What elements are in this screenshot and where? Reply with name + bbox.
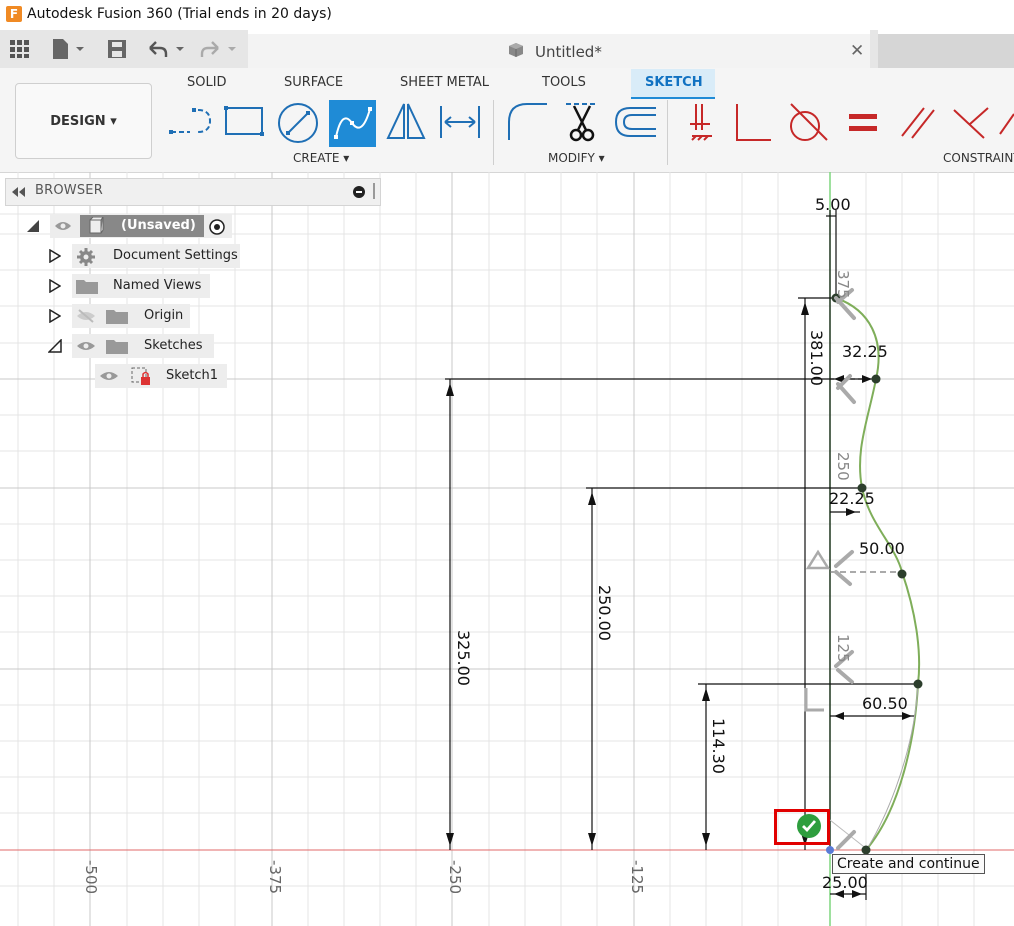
redo-icon[interactable] — [200, 40, 240, 58]
dimension-label[interactable]: 22.25 — [829, 489, 875, 508]
activate-radio-icon[interactable] — [208, 218, 226, 236]
window-title: Autodesk Fusion 360 (Trial ends in 20 da… — [27, 6, 332, 22]
file-menu-icon[interactable] — [52, 38, 86, 60]
eye-hidden-icon[interactable] — [76, 309, 96, 323]
circle-tool-icon[interactable] — [276, 101, 320, 145]
dimension-label[interactable]: 125 — [834, 634, 852, 663]
component-cube-icon — [509, 43, 523, 57]
axis-label: -375 — [266, 860, 284, 895]
tab-sketch[interactable]: SKETCH — [645, 75, 703, 90]
save-icon[interactable] — [108, 40, 126, 58]
document-box-icon — [89, 217, 104, 234]
tree-label: Sketches — [144, 338, 203, 353]
spline-tool-icon[interactable] — [332, 103, 374, 145]
fillet-tool-icon[interactable] — [505, 100, 549, 144]
dimension-label[interactable]: 32.25 — [842, 342, 888, 361]
grid-menu-icon[interactable] — [10, 40, 30, 58]
collapse-panel-icon[interactable] — [12, 187, 26, 197]
document-title: Untitled* — [535, 43, 602, 61]
folder-icon — [106, 340, 128, 354]
dimension-label[interactable]: 250.00 — [595, 585, 614, 641]
dimension-label[interactable]: 50.00 — [859, 539, 905, 558]
coincident-constraint-icon[interactable] — [950, 104, 990, 140]
workspace-design-button[interactable]: DESIGN ▾ — [15, 83, 152, 159]
axis-label: -125 — [628, 860, 646, 895]
axis-label: -250 — [446, 860, 464, 895]
tab-spacer — [870, 30, 878, 68]
panel-grip[interactable] — [373, 183, 375, 199]
dimension-label[interactable]: 25.00 — [822, 873, 868, 892]
offset-tool-icon[interactable] — [612, 104, 658, 140]
eye-icon[interactable] — [76, 339, 96, 353]
tab-tools[interactable]: TOOLS — [542, 75, 586, 90]
tangent-constraint-icon[interactable] — [787, 100, 831, 144]
new-tab-area[interactable] — [878, 34, 1014, 68]
close-tab-icon[interactable]: ✕ — [850, 41, 864, 61]
modify-menu[interactable]: MODIFY ▾ — [548, 151, 605, 165]
fusion-logo-icon: F — [6, 6, 22, 22]
undo-icon[interactable] — [148, 40, 188, 58]
checkmark-icon[interactable] — [795, 812, 823, 840]
create-menu[interactable]: CREATE ▾ — [293, 151, 349, 165]
folder-icon — [76, 280, 98, 294]
tree-label: Origin — [144, 308, 184, 323]
equal-constraint-icon[interactable] — [849, 112, 877, 134]
tree-label: Document Settings — [113, 248, 238, 263]
tree-label: Named Views — [113, 278, 202, 293]
tree-label: Sketch1 — [166, 368, 219, 383]
tab-surface[interactable]: SURFACE — [284, 75, 343, 90]
dimension-label[interactable]: 381.00 — [807, 330, 826, 386]
horizontal-vertical-constraint-icon[interactable] — [688, 102, 716, 142]
minimize-icon[interactable] — [353, 186, 365, 198]
dimension-label[interactable]: 250 — [834, 452, 852, 481]
dimension-tool-icon[interactable] — [437, 102, 483, 142]
expand-right-icon[interactable] — [49, 309, 61, 323]
perpendicular-constraint-icon[interactable] — [733, 102, 773, 142]
axis-label: -500 — [82, 860, 100, 895]
eye-icon[interactable] — [99, 369, 119, 383]
line-tool-icon[interactable] — [168, 100, 214, 140]
eye-icon[interactable] — [54, 219, 72, 233]
more-constraint-icon[interactable] — [998, 110, 1014, 136]
parallel-constraint-icon[interactable] — [898, 104, 938, 140]
constraints-menu[interactable]: CONSTRAINTS — [943, 151, 1014, 165]
mirror-tool-icon[interactable] — [384, 100, 428, 144]
expand-right-icon[interactable] — [49, 249, 61, 263]
dimension-label[interactable]: 114.30 — [709, 718, 728, 774]
dimension-label[interactable]: 5.00 — [815, 195, 851, 214]
toolbar-separator — [493, 100, 494, 165]
root-label: (Unsaved) — [121, 218, 196, 233]
expand-right-icon[interactable] — [49, 279, 61, 293]
dimension-label[interactable]: 60.50 — [862, 694, 908, 713]
expand-down-icon[interactable] — [26, 219, 40, 233]
gear-icon — [77, 248, 95, 266]
tooltip: Create and continue — [832, 854, 985, 874]
toolbar-separator — [667, 100, 668, 165]
dimension-label[interactable]: 325.00 — [454, 630, 473, 686]
expand-down-icon[interactable] — [48, 339, 62, 353]
rectangle-tool-icon[interactable] — [222, 104, 266, 138]
tab-sheet-metal[interactable]: SHEET METAL — [400, 75, 489, 90]
folder-icon — [106, 310, 128, 324]
sketch-locked-icon — [131, 367, 150, 385]
browser-title: BROWSER — [35, 183, 103, 198]
tab-solid[interactable]: SOLID — [187, 75, 227, 90]
dimension-label[interactable]: 375 — [834, 270, 852, 299]
trim-scissors-icon[interactable] — [562, 100, 602, 144]
